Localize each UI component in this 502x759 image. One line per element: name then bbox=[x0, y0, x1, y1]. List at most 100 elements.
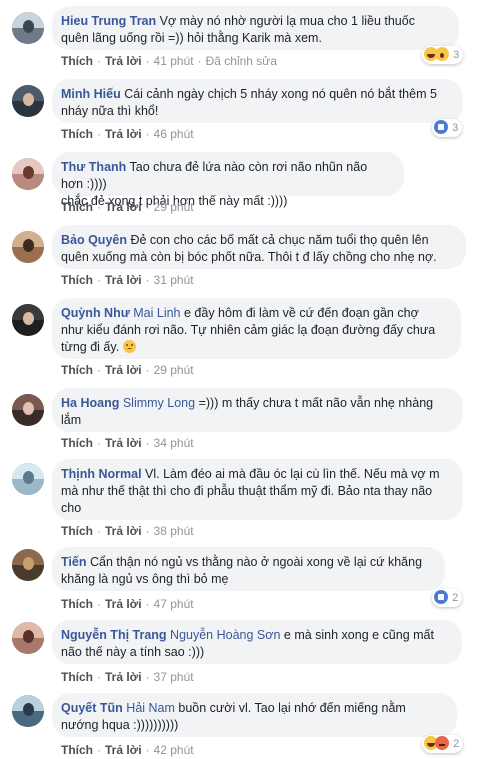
comment-author[interactable]: Quỳnh Như bbox=[61, 306, 130, 320]
separator: · bbox=[97, 127, 101, 141]
comment-author[interactable]: Hieu Trung Tran bbox=[61, 14, 156, 28]
separator: · bbox=[97, 54, 101, 68]
reply-link[interactable]: Trả lời bbox=[105, 54, 142, 68]
tagged-user[interactable]: Hải Nam bbox=[126, 701, 175, 715]
comment-bubble: Thịnh Normal Vl. Làm đéo ai mà đầu óc lạ… bbox=[52, 459, 463, 520]
comment-author[interactable]: Nguyễn Thị Trang bbox=[61, 628, 167, 642]
like-link[interactable]: Thích bbox=[61, 363, 93, 377]
comment-actions: Thích · Trả lời · 31 phút bbox=[61, 273, 194, 287]
like-link[interactable]: Thích bbox=[61, 597, 93, 611]
comment-time[interactable]: 47 phút bbox=[154, 597, 194, 611]
comment-actions: Thích · Trả lời · 47 phút bbox=[61, 597, 194, 611]
reply-link[interactable]: Trả lời bbox=[105, 127, 142, 141]
separator: · bbox=[145, 54, 150, 68]
avatar[interactable] bbox=[12, 231, 44, 263]
comment-time[interactable]: 46 phút bbox=[154, 127, 194, 141]
comment-actions: Thích · Trả lời · 41 phút · Đã chỉnh sửa bbox=[61, 54, 277, 68]
comment-actions: Thích · Trả lời · 42 phút bbox=[61, 743, 194, 757]
reaction-summary[interactable]: 3 bbox=[432, 119, 463, 137]
like-link[interactable]: Thích bbox=[61, 670, 93, 684]
reaction-summary[interactable]: 3 bbox=[422, 46, 464, 64]
like-link[interactable]: Thích bbox=[61, 200, 93, 214]
like-link[interactable]: Thích bbox=[61, 436, 93, 450]
reply-link[interactable]: Trả lời bbox=[105, 436, 142, 450]
reply-link[interactable]: Trả lời bbox=[105, 670, 142, 684]
comment-author[interactable]: Thư Thanh bbox=[61, 160, 126, 174]
comment-actions: Thích · Trả lời · 38 phút bbox=[61, 524, 194, 538]
avatar[interactable] bbox=[12, 549, 44, 581]
comment-author[interactable]: Bảo Quyên bbox=[61, 233, 127, 247]
comment-text: buồn cười vl. Tao lại nhớ đến miếng nằm bbox=[178, 701, 406, 715]
avatar[interactable] bbox=[12, 304, 44, 336]
avatar[interactable] bbox=[12, 12, 44, 44]
reply-link[interactable]: Trả lời bbox=[105, 743, 142, 757]
comment-bubble: Nguyễn Thị Trang Nguyễn Hoàng Sơn e mà s… bbox=[52, 620, 462, 664]
comment-text: như kiểu đánh rơi não. Tự nhiên cảm giác… bbox=[61, 323, 436, 337]
comment-time[interactable]: 29 phút bbox=[154, 200, 194, 214]
comment-author[interactable]: Quyết Tũn bbox=[61, 701, 123, 715]
avatar[interactable] bbox=[12, 622, 44, 654]
comment-time[interactable]: 37 phút bbox=[154, 670, 194, 684]
separator: · bbox=[97, 436, 101, 450]
like-icon bbox=[434, 120, 448, 134]
angry-icon bbox=[435, 736, 449, 750]
reaction-summary[interactable]: 2 bbox=[432, 589, 463, 607]
tagged-user[interactable]: Nguyễn Hoàng Sơn bbox=[170, 628, 280, 642]
comment-text: Đẻ con cho các bố mất cả chục năm tuổi t… bbox=[130, 233, 429, 247]
reply-link[interactable]: Trả lời bbox=[105, 200, 142, 214]
comment-time[interactable]: 38 phút bbox=[154, 524, 194, 538]
comment-author[interactable]: Tiến bbox=[61, 555, 86, 569]
comment-list: Hieu Trung Tran Vợ mày nó nhờ người lạ m… bbox=[0, 0, 502, 759]
reply-link[interactable]: Trả lời bbox=[105, 597, 142, 611]
comment-text: =))) m thấy chưa t mất não vẫn nhẹ nhàng bbox=[198, 396, 434, 410]
separator: · bbox=[145, 597, 150, 611]
avatar[interactable] bbox=[12, 695, 44, 727]
reply-link[interactable]: Trả lời bbox=[105, 363, 142, 377]
like-link[interactable]: Thích bbox=[61, 127, 93, 141]
separator: · bbox=[145, 127, 150, 141]
wow-icon bbox=[435, 47, 449, 61]
like-link[interactable]: Thích bbox=[61, 743, 93, 757]
like-link[interactable]: Thích bbox=[61, 524, 93, 538]
separator: · bbox=[145, 200, 150, 214]
comment-bubble: Hieu Trung Tran Vợ mày nó nhờ người lạ m… bbox=[52, 6, 459, 50]
comment-author[interactable]: Ha Hoang bbox=[61, 396, 119, 410]
separator: · bbox=[97, 273, 101, 287]
like-link[interactable]: Thích bbox=[61, 54, 93, 68]
separator: · bbox=[97, 670, 101, 684]
comment-time[interactable]: 42 phút bbox=[154, 743, 194, 757]
reply-link[interactable]: Trả lời bbox=[105, 273, 142, 287]
sad-face-emoji-icon bbox=[122, 340, 136, 353]
comment-text: e mà sinh xong e cũng mất bbox=[283, 628, 434, 642]
tagged-user[interactable]: Mai Linh bbox=[133, 306, 180, 320]
comment-actions: Thích · Trả lời · 29 phút bbox=[61, 200, 194, 214]
comment-time[interactable]: 29 phút bbox=[154, 363, 194, 377]
reaction-summary[interactable]: 2 bbox=[422, 735, 464, 753]
separator: · bbox=[145, 743, 150, 757]
comment-text: cho bbox=[61, 501, 82, 515]
comment-text: từng đi ấy. bbox=[61, 340, 120, 354]
comment-text: e đầy hôm đi làm về cứ đến đoạn gần chợ bbox=[184, 306, 419, 320]
comment-bubble: Quyết Tũn Hải Nam buồn cười vl. Tao lại … bbox=[52, 693, 457, 737]
separator: · bbox=[145, 436, 150, 450]
comment-time[interactable]: 41 phút bbox=[154, 54, 194, 68]
avatar[interactable] bbox=[12, 394, 44, 426]
comment-author[interactable]: Minh Hiếu bbox=[61, 87, 121, 101]
comment-text: não thế này a tính sao :))) bbox=[61, 645, 205, 659]
comment-bubble: Tiến Cẩn thận nó ngủ vs thằng nào ở ngoà… bbox=[52, 547, 445, 591]
comment-text: lắm bbox=[61, 413, 82, 427]
separator: · bbox=[197, 54, 202, 68]
avatar[interactable] bbox=[12, 85, 44, 117]
avatar[interactable] bbox=[12, 158, 44, 190]
comment-text: quên lãng uống rồi =)) hỏi thằng Karik m… bbox=[61, 31, 322, 45]
comment-time[interactable]: 34 phút bbox=[154, 436, 194, 450]
comment-text: Vợ mày nó nhờ người lạ mua cho 1 liều th… bbox=[159, 14, 415, 28]
comment-time[interactable]: 31 phút bbox=[154, 273, 194, 287]
like-link[interactable]: Thích bbox=[61, 273, 93, 287]
separator: · bbox=[97, 597, 101, 611]
edited-label[interactable]: Đã chỉnh sửa bbox=[206, 54, 277, 68]
avatar[interactable] bbox=[12, 463, 44, 495]
comment-author[interactable]: Thịnh Normal bbox=[61, 467, 142, 481]
tagged-user[interactable]: Slimmy Long bbox=[123, 396, 195, 410]
reply-link[interactable]: Trả lời bbox=[105, 524, 142, 538]
